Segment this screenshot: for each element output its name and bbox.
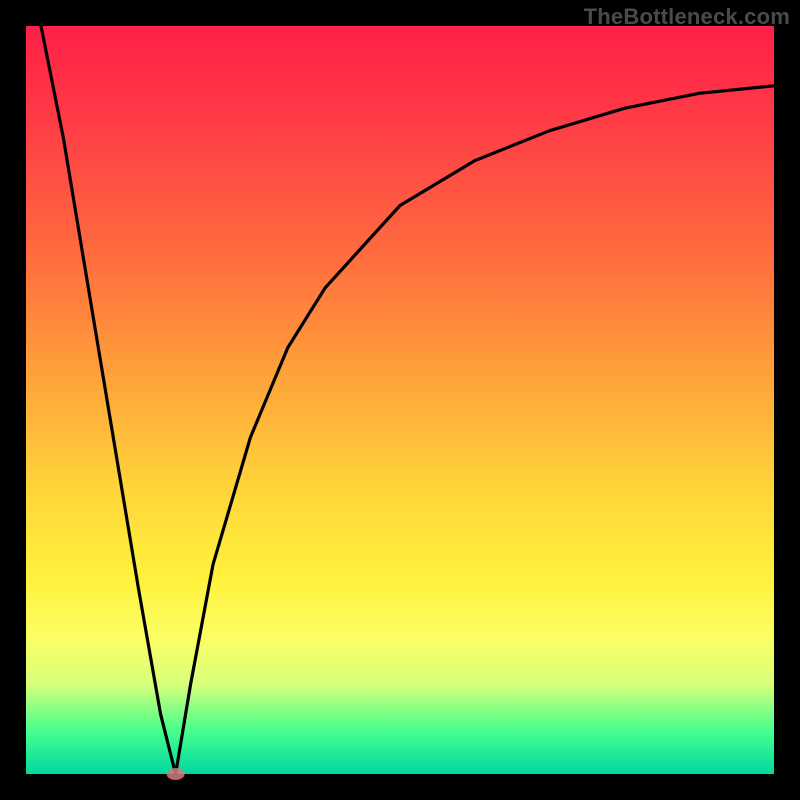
chart-frame: TheBottleneck.com <box>0 0 800 800</box>
minimum-marker <box>167 768 185 780</box>
bottleneck-curve <box>41 26 774 774</box>
plot-area <box>26 26 774 774</box>
curve-svg <box>26 26 774 774</box>
